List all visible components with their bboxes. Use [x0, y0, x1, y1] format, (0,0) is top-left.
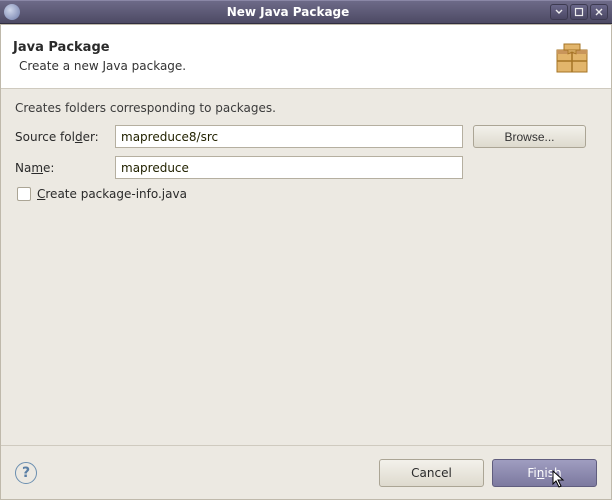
create-package-info-checkbox[interactable] [17, 187, 31, 201]
help-button[interactable]: ? [15, 462, 37, 484]
source-folder-label: Source folder: [15, 130, 115, 144]
dialog-title: Java Package [13, 40, 551, 55]
window-title: New Java Package [26, 5, 550, 19]
name-input[interactable] [115, 156, 463, 179]
name-label: Name: [15, 161, 115, 175]
dialog-description: Create a new Java package. [19, 59, 551, 73]
hint-text: Creates folders corresponding to package… [15, 101, 597, 115]
package-icon [551, 36, 593, 78]
dialog-footer: ? Cancel Finish [1, 445, 611, 499]
cancel-button[interactable]: Cancel [379, 459, 484, 487]
create-package-info-label: Create package-info.java [37, 187, 187, 201]
browse-button[interactable]: Browse... [473, 125, 586, 148]
window-close-button[interactable] [590, 4, 608, 20]
app-icon [4, 4, 20, 20]
window-titlebar: New Java Package [0, 0, 612, 24]
window-maximize-button[interactable] [570, 4, 588, 20]
source-folder-input[interactable] [115, 125, 463, 148]
finish-button[interactable]: Finish [492, 459, 597, 487]
dialog-body: Creates folders corresponding to package… [1, 89, 611, 445]
dialog-header: Java Package Create a new Java package. [1, 25, 611, 89]
window-minimize-button[interactable] [550, 4, 568, 20]
